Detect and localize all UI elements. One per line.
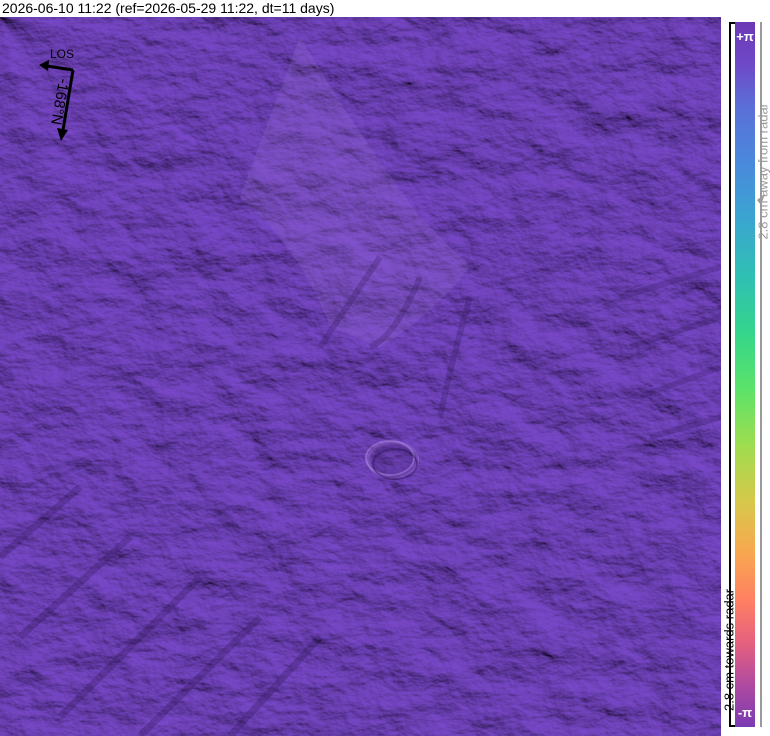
away-label: 2.8 cm away from radar (755, 103, 770, 240)
los-arrow-icon (39, 60, 49, 71)
colorbar-max-label: +π (736, 29, 754, 44)
title-bar: 2026-06-10 11:22 (ref=2026-05-29 11:22, … (0, 0, 720, 17)
image-title: 2026-06-10 11:22 (ref=2026-05-29 11:22, … (2, 0, 335, 16)
towards-label: 2.8 cm towards radar (721, 588, 737, 711)
phase-colorbar (735, 22, 755, 727)
los-label: LOS (50, 47, 75, 61)
colorbar-min-label: -π (737, 705, 753, 720)
north-arrow-icon (57, 128, 68, 141)
